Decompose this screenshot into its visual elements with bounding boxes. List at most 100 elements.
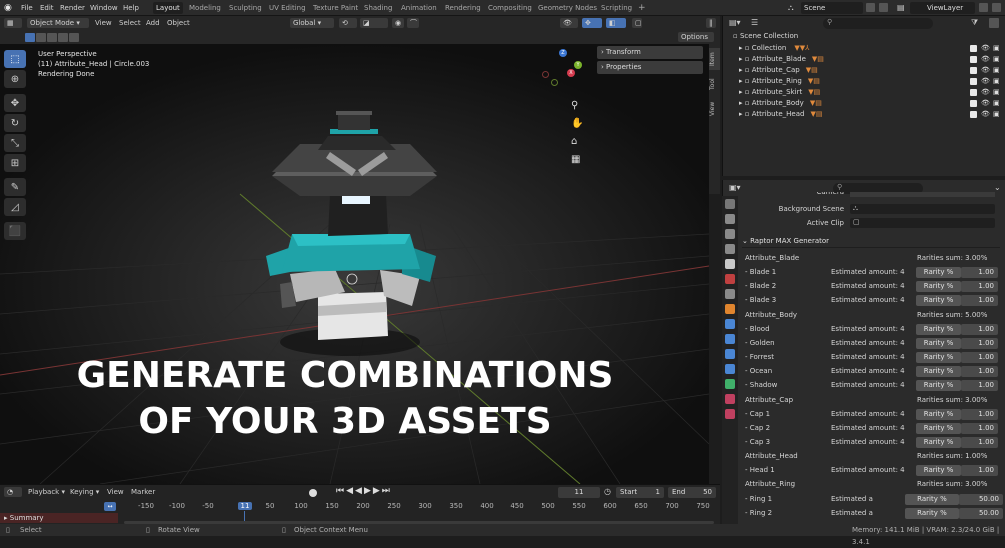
tab-modeling[interactable]: Modeling: [186, 2, 224, 14]
exclude-checkbox[interactable]: [970, 111, 977, 118]
delete-scene-icon[interactable]: [879, 3, 888, 12]
tab-texture-paint[interactable]: Texture Paint: [310, 2, 361, 14]
new-view-layer-icon[interactable]: [979, 3, 988, 12]
blender-logo-icon[interactable]: ◉: [4, 0, 14, 16]
editor-type-icon[interactable]: ▦: [4, 18, 22, 28]
exclude-checkbox[interactable]: [970, 89, 977, 96]
gizmo-y-icon[interactable]: Y: [574, 61, 582, 69]
tab-rendering[interactable]: Rendering: [442, 2, 484, 14]
exclude-checkbox[interactable]: [970, 45, 977, 52]
exclude-checkbox[interactable]: [970, 100, 977, 107]
outliner-row-attribute-ring[interactable]: ▸ ▫ Attribute_Ring ▼▤: [723, 76, 1005, 87]
end-frame-field[interactable]: End 50: [668, 487, 716, 498]
tab-layout[interactable]: Layout: [153, 2, 183, 14]
pivot-icon[interactable]: ⟲: [339, 18, 357, 28]
menu-render[interactable]: Render: [60, 0, 85, 16]
orientation-selector[interactable]: Global ▾: [290, 18, 334, 28]
options-chevron-icon[interactable]: ⌄: [994, 183, 1001, 192]
timeline-menu-view[interactable]: View: [107, 486, 124, 498]
view-layer-tab-icon[interactable]: [725, 244, 735, 254]
background-scene-field[interactable]: ⛬: [850, 204, 995, 214]
particles-tab-icon[interactable]: [725, 334, 735, 344]
select-extend-icon[interactable]: [36, 33, 46, 42]
camera-view-icon[interactable]: ⌂: [571, 136, 577, 147]
select-subtract-icon[interactable]: [47, 33, 57, 42]
render-tab-icon[interactable]: [725, 214, 735, 224]
rarity-button[interactable]: Rarity %: [916, 337, 962, 349]
tab-item[interactable]: Item: [709, 48, 720, 70]
tab-animation[interactable]: Animation: [398, 2, 440, 14]
pan-hand-icon[interactable]: ✋: [571, 118, 583, 129]
view-layer-field[interactable]: ViewLayer: [910, 2, 975, 14]
rarity-button[interactable]: Rarity %: [916, 436, 962, 448]
mode-selector[interactable]: Object Mode ▾: [27, 18, 89, 28]
transform-icon[interactable]: ⊞: [4, 154, 26, 172]
rarity-value-field[interactable]: 1.00: [961, 267, 998, 279]
rarity-value-field[interactable]: 50.00: [958, 507, 1003, 519]
outliner-search-input[interactable]: ⚲: [823, 18, 933, 29]
rarity-button[interactable]: Rarity %: [916, 281, 962, 293]
measure-icon[interactable]: ◿: [4, 198, 26, 216]
grid-view-icon[interactable]: ▦: [571, 154, 580, 165]
outliner-row-attribute-body[interactable]: ▸ ▫ Attribute_Body ▼▤: [723, 98, 1005, 109]
outliner-row-attribute-cap[interactable]: ▸ ▫ Attribute_Cap ▼▤: [723, 65, 1005, 76]
menu-edit[interactable]: Edit: [40, 0, 54, 16]
timeline-menu-playback[interactable]: Playback ▾: [28, 486, 65, 498]
rarity-button[interactable]: Rarity %: [916, 465, 962, 477]
texture-tab-icon[interactable]: [725, 409, 735, 419]
exclude-checkbox[interactable]: [970, 56, 977, 63]
rarity-button[interactable]: Rarity %: [905, 507, 959, 519]
rarity-value-field[interactable]: 1.00: [961, 295, 998, 307]
outliner-row-attribute-head[interactable]: ▸ ▫ Attribute_Head ▼▤: [723, 109, 1005, 120]
menu-window[interactable]: Window: [90, 0, 118, 16]
display-mode-icon[interactable]: ☰: [751, 18, 758, 27]
view-layer-icon[interactable]: ▤: [897, 3, 907, 13]
scene-icon[interactable]: ⛬: [788, 3, 798, 13]
raptor-panel-header[interactable]: ⌄ Raptor MAX Generator: [742, 234, 1000, 248]
menu-file[interactable]: File: [21, 0, 33, 16]
rarity-button[interactable]: Rarity %: [916, 366, 962, 378]
collection-tab-icon[interactable]: [725, 289, 735, 299]
rarity-value-field[interactable]: 1.00: [961, 422, 998, 434]
select-intersect-icon[interactable]: [69, 33, 79, 42]
timeline-menu-keying[interactable]: Keying ▾: [70, 486, 99, 498]
material-tab-icon[interactable]: [725, 394, 735, 404]
menu-view[interactable]: View: [95, 17, 112, 29]
rarity-value-field[interactable]: 1.00: [961, 380, 998, 392]
menu-object[interactable]: Object: [167, 17, 190, 29]
tab-sculpting[interactable]: Sculpting: [226, 2, 265, 14]
zoom-icon[interactable]: ⚲: [571, 100, 578, 111]
transform-panel-header[interactable]: › Transform: [597, 46, 703, 59]
output-tab-icon[interactable]: [725, 229, 735, 239]
cursor-icon[interactable]: ⊕: [4, 70, 26, 88]
outliner-row-attribute-blade[interactable]: ▸ ▫ Attribute_Blade ▼▤: [723, 54, 1005, 65]
rarity-value-field[interactable]: 1.00: [961, 436, 998, 448]
playback-controls[interactable]: ⏮◀◀▶▶⏭: [336, 486, 392, 496]
menu-add[interactable]: Add: [146, 17, 160, 29]
navigation-gizmo[interactable]: Z X Y: [540, 49, 585, 94]
tab-compositing[interactable]: Compositing: [485, 2, 535, 14]
rarity-button[interactable]: Rarity %: [916, 380, 962, 392]
rarity-button[interactable]: Rarity %: [916, 408, 962, 420]
select-box-icon[interactable]: ⬚: [4, 50, 26, 68]
modifier-tab-icon[interactable]: [725, 319, 735, 329]
active-clip-field[interactable]: ▢: [850, 218, 995, 228]
annotate-icon[interactable]: ✎: [4, 178, 26, 196]
overlay-toggle-icon[interactable]: ◧: [606, 18, 626, 28]
timeline-menu-marker[interactable]: Marker: [131, 486, 155, 498]
menu-select[interactable]: Select: [119, 17, 141, 29]
data-tab-icon[interactable]: [725, 379, 735, 389]
gizmo-toggle-icon[interactable]: ✥: [582, 18, 602, 28]
camera-field[interactable]: [850, 192, 995, 197]
filter-icon[interactable]: ⧩: [971, 18, 978, 28]
pause-icon[interactable]: ‖: [706, 18, 716, 28]
current-frame-marker[interactable]: 11: [238, 502, 252, 510]
rotate-icon[interactable]: ↻: [4, 114, 26, 132]
tab-shading[interactable]: Shading: [361, 2, 395, 14]
rarity-value-field[interactable]: 1.00: [961, 337, 998, 349]
move-icon[interactable]: ✥: [4, 94, 26, 112]
gizmo-x-icon[interactable]: X: [567, 69, 575, 77]
falloff-icon[interactable]: ⌒: [407, 18, 419, 28]
options-dropdown[interactable]: Options ▾: [678, 32, 714, 51]
select-difference-icon[interactable]: [58, 33, 68, 42]
